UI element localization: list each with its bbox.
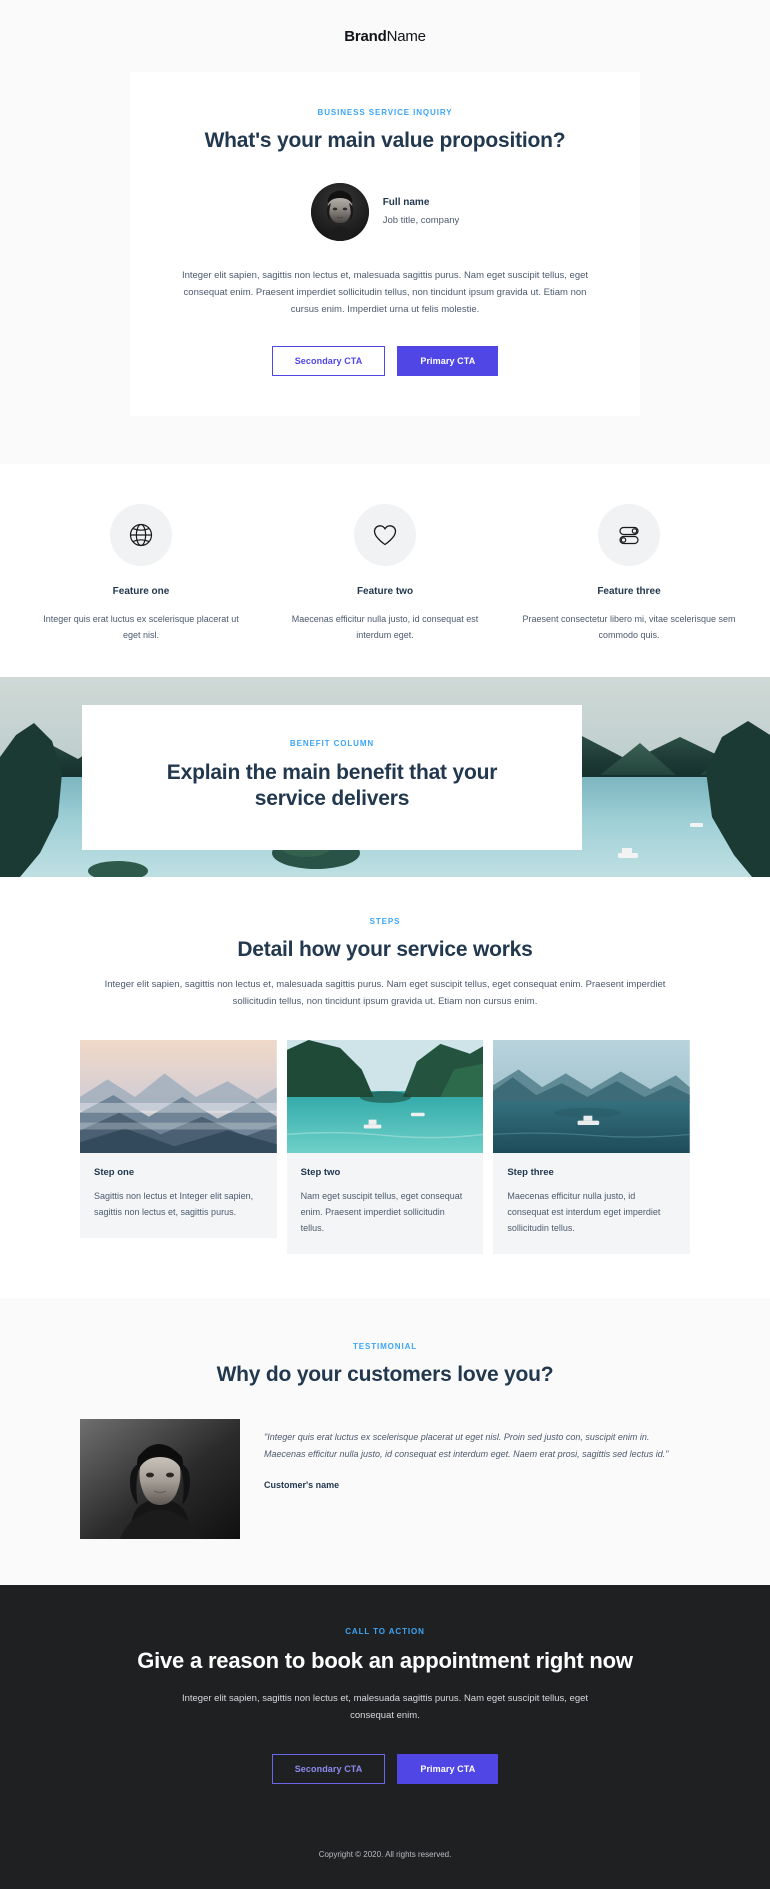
hero-cta-row: Secondary CTA Primary CTA (170, 346, 600, 376)
feature-icon-circle (354, 504, 416, 566)
feature-icon-circle (110, 504, 172, 566)
footer-secondary-cta-button[interactable]: Secondary CTA (271, 1754, 386, 1785)
feature-description: Integer quis erat luctus ex scelerisque … (43, 614, 239, 640)
feature-title: Feature two (356, 586, 414, 597)
feature-description: Maecenas efficitur nulla justo, id conse… (291, 614, 479, 640)
feature-title: Feature one (112, 586, 170, 597)
step-description: Maecenas efficitur nulla justo, id conse… (507, 1191, 661, 1234)
footer-cta-row: Secondary CTA Primary CTA (0, 1754, 770, 1785)
feature-item-two: Feature two Maecenas efficitur nulla jus… (272, 504, 498, 643)
footer-primary-cta-button[interactable]: Primary CTA (397, 1754, 499, 1785)
footer-cta-eyebrow: CALL TO ACTION (345, 1627, 425, 1637)
footer-cta-section: CALL TO ACTION Give a reason to book an … (0, 1585, 770, 1851)
customer-photo (80, 1419, 240, 1540)
feature-title: Feature three (597, 586, 661, 597)
globe-icon (129, 523, 153, 547)
features-section: Feature one Integer quis erat luctus ex … (0, 464, 770, 677)
feature-description: Praesent consectetur libero mi, vitae sc… (522, 614, 736, 640)
hero-secondary-cta-button[interactable]: Secondary CTA (271, 346, 386, 376)
step-title: Step two (300, 1167, 341, 1179)
hero-section: BUSINESS SERVICE INQUIRY What's your mai… (0, 72, 770, 464)
step-body: Step three Maecenas efficitur nulla just… (493, 1153, 690, 1254)
hero-primary-cta-button[interactable]: Primary CTA (397, 346, 499, 376)
feature-item-one: Feature one Integer quis erat luctus ex … (28, 504, 254, 643)
steps-grid: Step one Sagittis non lectus et Integer … (0, 1040, 770, 1255)
hero-title: What's your main value proposition? (204, 129, 566, 152)
footer-cta-title: Give a reason to book an appointment rig… (137, 1648, 633, 1674)
person-name: Full name (382, 197, 430, 209)
turquoise-bay-image (286, 1040, 484, 1154)
testimonial-eyebrow: TESTIMONIAL (352, 1342, 418, 1352)
benefit-card: BENEFIT COLUMN Explain the main benefit … (82, 705, 582, 850)
landing-page: BrandName BUSINESS SERVICE INQUIRY What'… (0, 0, 770, 1889)
testimonial-quote-text: "Integer quis erat luctus ex scelerisque… (264, 1432, 669, 1460)
footer-cta-body-text: Integer elit sapien, sagittis non lectus… (181, 1693, 589, 1722)
step-title: Step three (507, 1167, 554, 1179)
testimonial-quote-block: "Integer quis erat luctus ex scelerisque… (264, 1419, 690, 1494)
customer-portrait-image (80, 1419, 240, 1540)
benefit-section: BENEFIT COLUMN Explain the main benefit … (0, 677, 770, 877)
hero-body-text: Integer elit sapien, sagittis non lectus… (181, 270, 589, 315)
testimonial-title: Why do your customers love you? (216, 1363, 554, 1387)
step-description: Sagittis non lectus et Integer elit sapi… (94, 1191, 254, 1218)
step-card-two: Step two Nam eget suscipit tellus, eget … (286, 1040, 484, 1255)
steps-intro-text: Integer elit sapien, sagittis non lectus… (104, 979, 666, 1007)
step-card-three: Step three Maecenas efficitur nulla just… (493, 1040, 691, 1255)
feature-icon-circle (598, 504, 660, 566)
testimonial-row: "Integer quis erat luctus ex scelerisque… (0, 1419, 770, 1540)
hero-eyebrow: BUSINESS SERVICE INQUIRY (317, 108, 453, 117)
benefit-eyebrow: BENEFIT COLUMN (289, 739, 375, 748)
step-body: Step two Nam eget suscipit tellus, eget … (287, 1153, 484, 1254)
foggy-bay-image (493, 1040, 691, 1154)
copyright-text: Copyright © 2020. All rights reserved. (0, 1850, 770, 1889)
footer-spacer (0, 1784, 770, 1810)
step-card-one: Step one Sagittis non lectus et Integer … (80, 1040, 277, 1239)
step-body: Step one Sagittis non lectus et Integer … (80, 1153, 277, 1238)
navbar: BrandName (0, 0, 770, 72)
testimonial-section: TESTIMONIAL Why do your customers love y… (0, 1298, 770, 1586)
toggles-icon (619, 526, 639, 545)
steps-title: Detail how your service works (237, 938, 533, 961)
benefit-title: Explain the main benefit that your servi… (166, 761, 498, 810)
steps-eyebrow: STEPS (369, 917, 401, 926)
person-role: Job title, company (382, 214, 460, 226)
step-title: Step one (94, 1167, 135, 1179)
hero-person-meta: Full name Job title, company (383, 196, 460, 227)
hero-person: Full name Job title, company (170, 183, 600, 241)
brand-name-bold: Brand (344, 27, 387, 45)
brand-logo[interactable]: BrandName (344, 28, 426, 45)
hero-card: BUSINESS SERVICE INQUIRY What's your mai… (130, 72, 640, 416)
step-description: Nam eget suscipit tellus, eget consequat… (300, 1191, 463, 1234)
brand-name-light: Name (386, 27, 426, 45)
avatar-portrait-icon (310, 183, 369, 241)
misty-mountains-image (80, 1040, 277, 1154)
feature-item-three: Feature three Praesent consectetur liber… (516, 504, 742, 643)
customer-name: Customer's name (264, 1480, 340, 1491)
avatar (310, 183, 369, 241)
heart-icon (373, 525, 397, 546)
steps-section: STEPS Detail how your service works Inte… (0, 877, 770, 1299)
